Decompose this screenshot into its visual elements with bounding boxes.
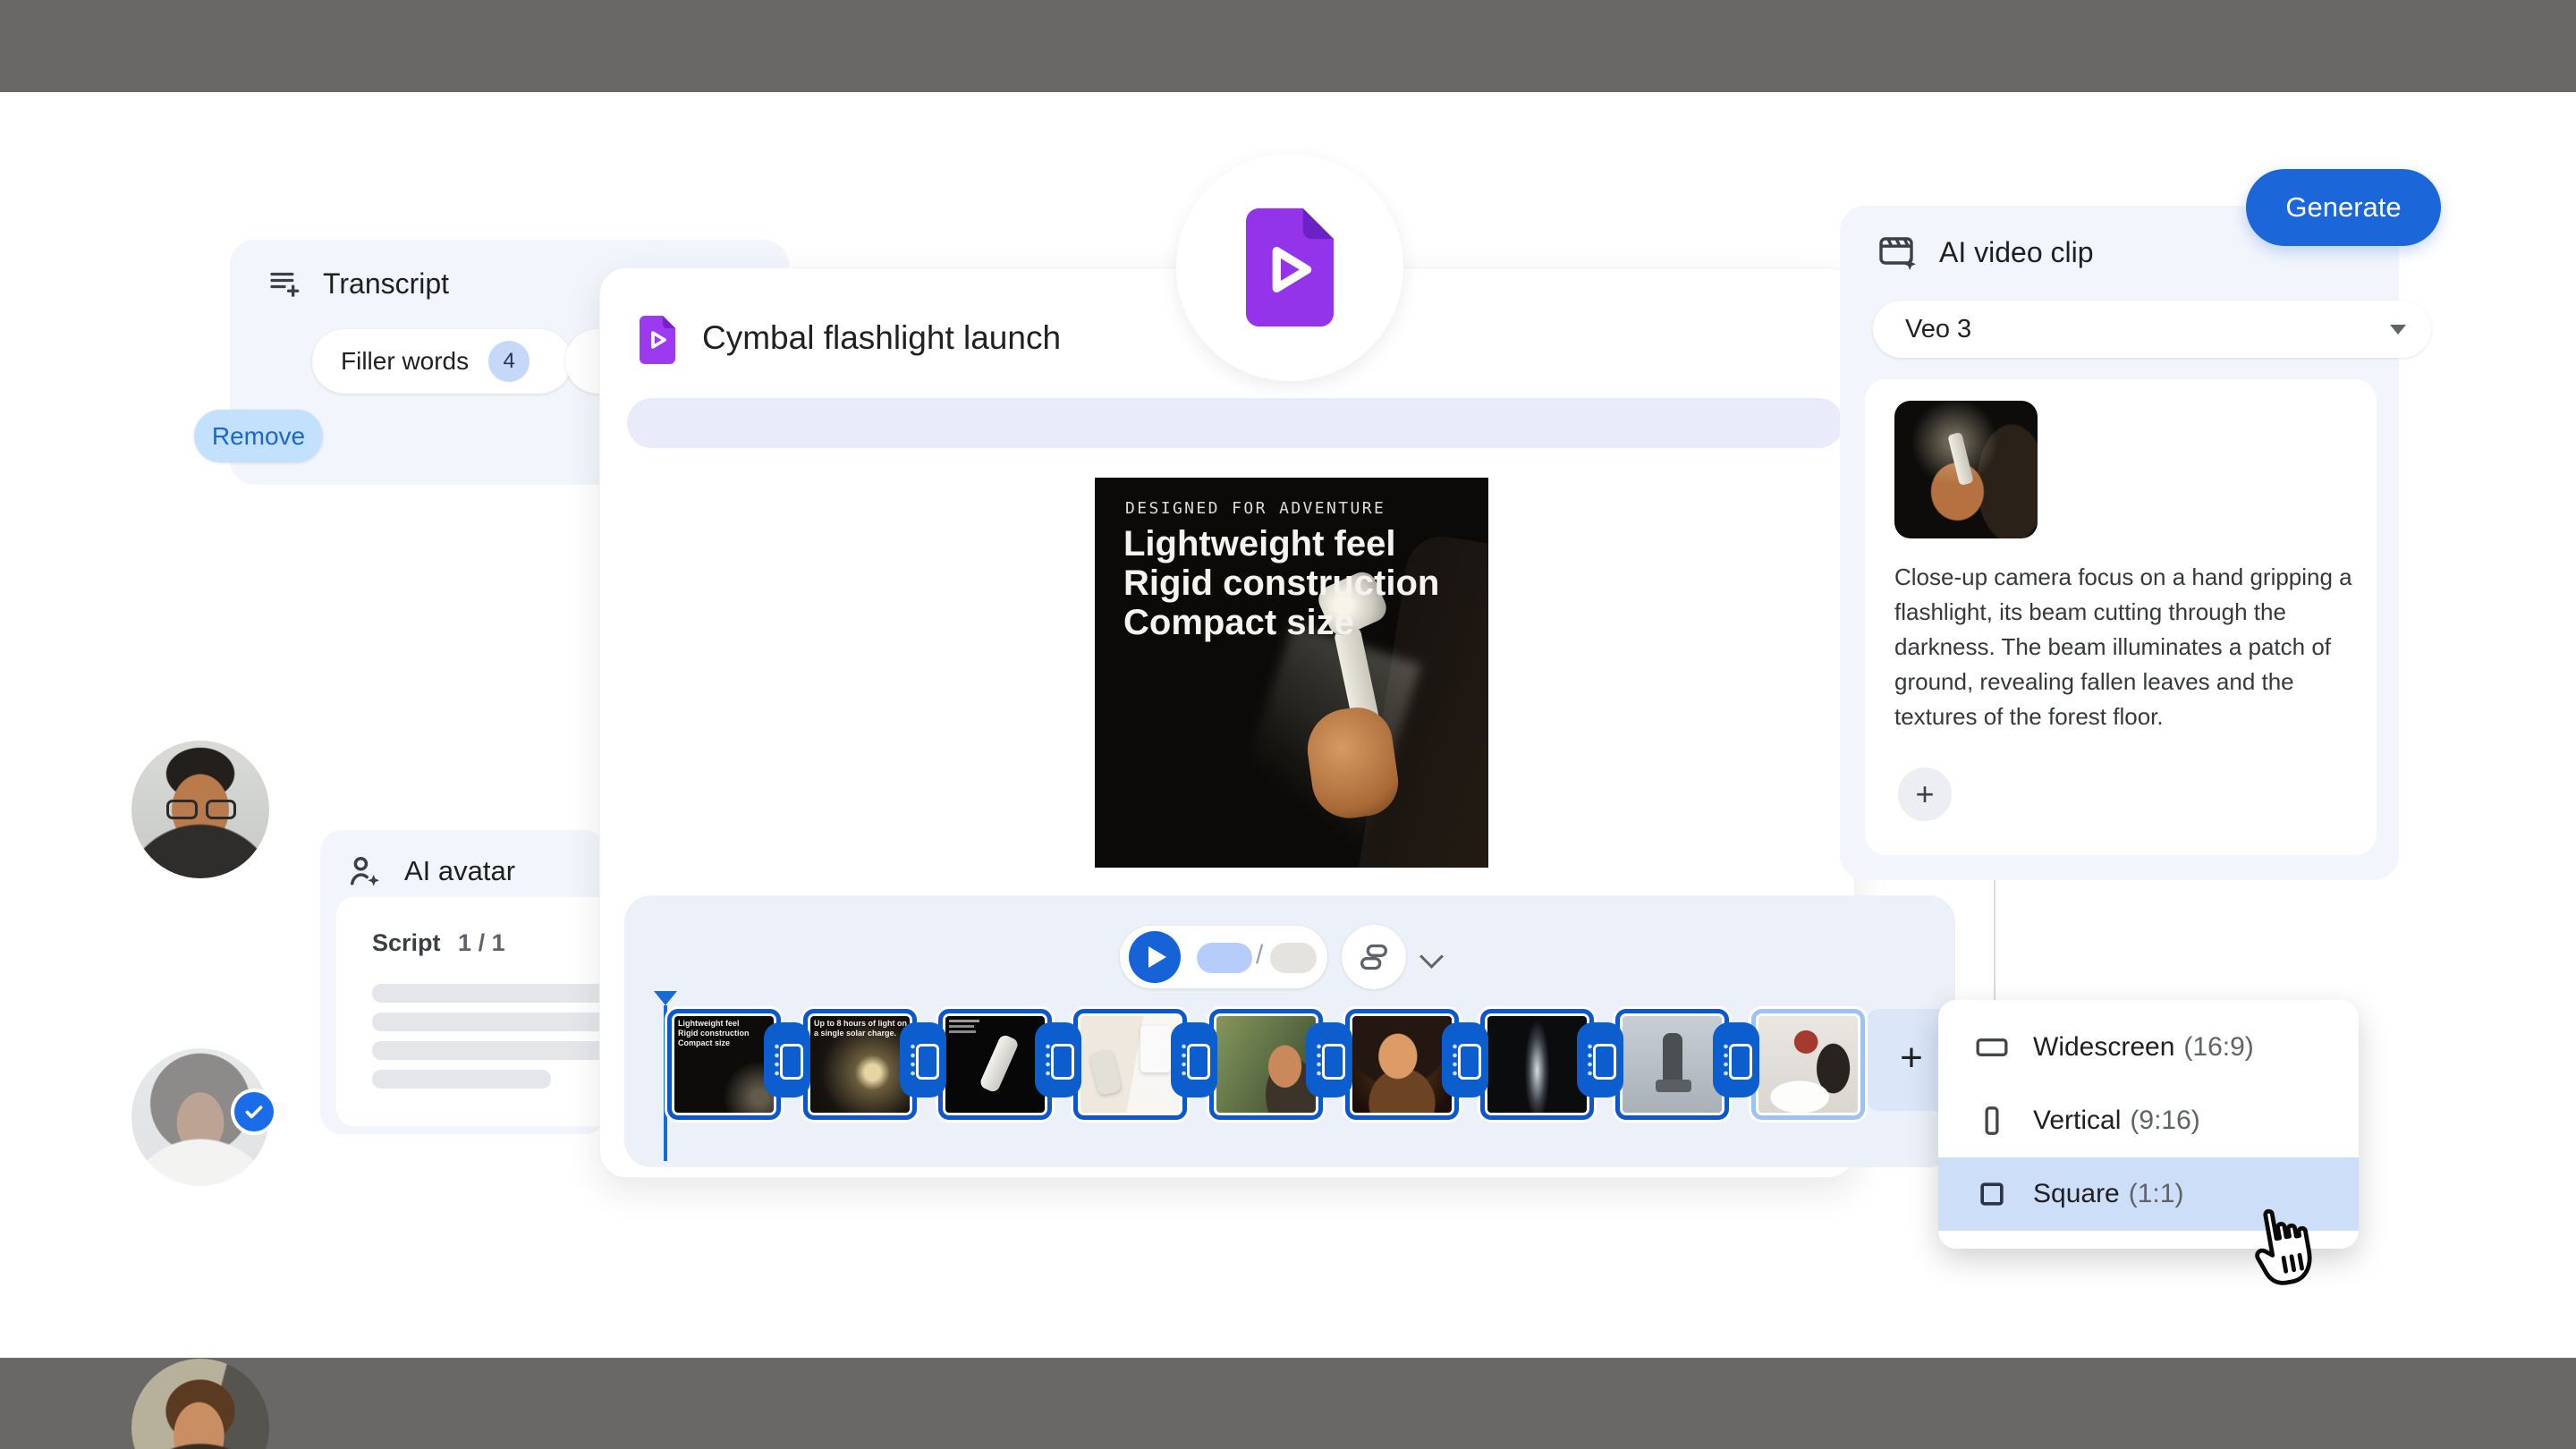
transition-button[interactable]: [1035, 1022, 1081, 1097]
menu-item-label: Vertical: [2033, 1106, 2121, 1135]
script-skeleton-line: [372, 1070, 551, 1089]
remove-label: Remove: [212, 422, 305, 451]
person-sparkle-icon: [345, 852, 385, 891]
transition-button[interactable]: [764, 1022, 810, 1097]
add-prompt-button[interactable]: +: [1898, 767, 1952, 821]
ai-video-clip-title: AI video clip: [1939, 236, 2094, 269]
prompt-card: Close-up camera focus on a hand gripping…: [1865, 379, 2377, 855]
clapperboard-sparkle-icon: [1877, 231, 1919, 274]
transition-button[interactable]: [1171, 1022, 1217, 1097]
transcript-icon: [266, 265, 303, 302]
scenes-icon: [1356, 939, 1392, 975]
vids-logo-circle: [1176, 154, 1403, 381]
slide-preview[interactable]: DESIGNED FOR ADVENTURE Lightweight feel …: [1095, 478, 1488, 868]
clip-caption: Compact size: [678, 1038, 750, 1048]
menu-item-ratio: (16:9): [2183, 1032, 2253, 1062]
hiker-silhouette: [1663, 1033, 1682, 1083]
menu-item-label: Widescreen: [2033, 1032, 2174, 1062]
current-time-pill: [1197, 943, 1252, 973]
glasses-decoration: [166, 800, 236, 819]
transition-button[interactable]: [1442, 1022, 1488, 1097]
ai-avatar-title: AI avatar: [404, 855, 515, 887]
script-card: Script 1 / 1: [336, 897, 626, 1126]
clip-thumbnail[interactable]: [1894, 401, 2038, 538]
clip-text-line: [949, 1030, 976, 1033]
time-separator: /: [1256, 940, 1263, 970]
vids-logo-icon: [1246, 208, 1334, 327]
clip-text-line: [949, 1025, 974, 1028]
slide-headline-line: Compact size: [1123, 603, 1439, 642]
transition-button[interactable]: [900, 1022, 946, 1097]
transcript-title: Transcript: [323, 267, 449, 301]
script-skeleton-line: [372, 1041, 623, 1060]
model-select-value: Veo 3: [1905, 315, 1971, 344]
clip-text-line: [949, 1020, 979, 1022]
script-page-indicator: 1 / 1: [458, 929, 505, 956]
top-letterbox-bar: [0, 0, 2576, 92]
transition-button[interactable]: [1306, 1022, 1352, 1097]
toolbar-bar[interactable]: [627, 398, 1843, 448]
play-icon: [1148, 946, 1166, 968]
generate-label: Generate: [2285, 191, 2401, 224]
transition-button[interactable]: [1713, 1022, 1759, 1097]
document-title: Cymbal flashlight launch: [702, 319, 1061, 357]
ai-video-clip-panel: AI video clip Veo 3 Close-up camera focu…: [1840, 206, 2399, 880]
connector-line: [1994, 880, 1996, 1000]
playhead-marker[interactable]: [654, 991, 677, 1005]
clip-caption: Lightweight feel: [678, 1019, 750, 1029]
script-label: Script: [372, 929, 441, 956]
duration-pill: [1270, 943, 1317, 973]
scenes-button[interactable]: [1342, 925, 1406, 989]
menu-item-ratio: (1:1): [2129, 1179, 2184, 1208]
plus-icon: +: [1915, 775, 1934, 813]
rock-shape: [1656, 1080, 1691, 1092]
remove-button[interactable]: Remove: [194, 410, 323, 462]
avatar-option-1[interactable]: [131, 741, 269, 878]
menu-item-ratio: (9:16): [2130, 1106, 2199, 1135]
clip-caption: Up to 8 hours of light on a single solar…: [814, 1019, 912, 1038]
slide-eyebrow-text: DESIGNED FOR ADVENTURE: [1125, 499, 1385, 518]
script-skeleton-line: [372, 984, 623, 1003]
transition-button[interactable]: [1577, 1022, 1623, 1097]
slide-headline-line: Rigid construction: [1123, 564, 1439, 603]
filler-words-label: Filler words: [341, 347, 469, 376]
square-icon: [1974, 1176, 2010, 1212]
pointer-hand-cursor: [2239, 1185, 2336, 1292]
app-canvas: Transcript Filler words 4 Remove AI avat…: [0, 0, 2576, 1449]
clip-caption: Rigid construction: [678, 1029, 750, 1038]
model-select[interactable]: Veo 3: [1873, 301, 2431, 358]
generate-button[interactable]: Generate: [2246, 169, 2441, 246]
vids-doc-icon-small: [640, 316, 675, 364]
vertical-icon: [1974, 1103, 2010, 1139]
widescreen-icon: [1974, 1030, 2010, 1065]
script-skeleton-line: [372, 1013, 623, 1031]
bottom-letterbox-bar: [0, 1358, 2576, 1449]
prompt-text[interactable]: Close-up camera focus on a hand gripping…: [1894, 560, 2363, 734]
selected-check-icon: [234, 1092, 274, 1131]
menu-item-vertical[interactable]: Vertical (9:16): [1938, 1084, 2359, 1157]
timeline-clip-4[interactable]: [1073, 1009, 1187, 1120]
thumb-flashlight-shape: [1947, 432, 1974, 486]
timeline-clip-8[interactable]: [1615, 1009, 1729, 1120]
menu-item-label: Square: [2033, 1179, 2120, 1208]
slide-headline-line: Lightweight feel: [1123, 524, 1439, 564]
filler-count-badge: 4: [488, 341, 530, 382]
select-caret-icon: [2390, 325, 2406, 335]
filler-words-chip[interactable]: Filler words 4: [312, 329, 572, 394]
product-shape: [1140, 1026, 1171, 1072]
timeline-clip-9[interactable]: [1751, 1009, 1865, 1120]
product-shape: [979, 1033, 1020, 1093]
play-button[interactable]: [1129, 931, 1181, 983]
product-shape: [1089, 1049, 1123, 1097]
menu-item-widescreen[interactable]: Widescreen (16:9): [1938, 1011, 2359, 1084]
